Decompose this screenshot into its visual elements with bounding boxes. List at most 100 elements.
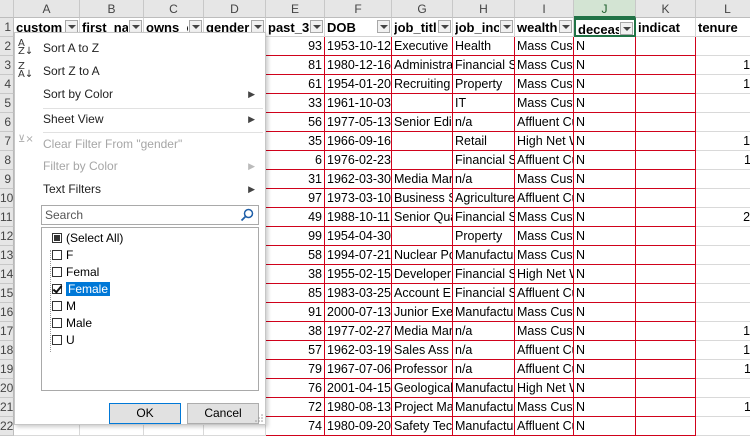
table-cell[interactable]: 7 <box>696 379 750 398</box>
table-cell[interactable]: Financial S <box>453 151 515 170</box>
table-cell[interactable]: Safety Tec <box>392 417 453 436</box>
table-cell[interactable]: Media Mar <box>392 322 453 341</box>
text-filters-item[interactable]: Text Filters ▶ <box>15 178 265 200</box>
header-cell[interactable]: job_titl <box>392 18 453 37</box>
filter-list-item[interactable]: F <box>52 247 73 264</box>
table-cell[interactable]: 97 <box>266 189 325 208</box>
table-cell[interactable]: n/a <box>453 341 515 360</box>
table-cell[interactable]: 8 <box>696 189 750 208</box>
table-cell[interactable]: N <box>574 56 636 75</box>
table-cell[interactable]: N <box>574 208 636 227</box>
table-cell[interactable] <box>636 208 696 227</box>
table-cell[interactable]: n/a <box>453 322 515 341</box>
table-cell[interactable]: 11 <box>696 151 750 170</box>
column-header-c[interactable]: C <box>144 0 204 18</box>
table-cell[interactable]: Senior Qua <box>392 208 453 227</box>
table-cell[interactable]: n/a <box>453 360 515 379</box>
table-cell[interactable] <box>636 170 696 189</box>
filter-dropdown-button[interactable] <box>438 20 451 33</box>
row-header[interactable]: 3 <box>0 56 14 75</box>
header-cell[interactable]: job_inc <box>453 18 515 37</box>
table-cell[interactable]: 8 <box>696 303 750 322</box>
table-cell[interactable]: Junior Exe <box>392 303 453 322</box>
table-cell[interactable] <box>636 75 696 94</box>
row-header[interactable]: 18 <box>0 341 14 360</box>
table-cell[interactable]: 1966-09-16 <box>325 132 392 151</box>
checkbox[interactable] <box>52 250 62 260</box>
table-cell[interactable]: Affluent Cu <box>515 341 574 360</box>
table-cell[interactable]: 61 <box>266 75 325 94</box>
table-cell[interactable]: N <box>574 37 636 56</box>
filter-list-item[interactable]: Female <box>52 281 111 298</box>
table-cell[interactable] <box>392 132 453 151</box>
table-cell[interactable]: 1955-02-15 <box>325 265 392 284</box>
table-cell[interactable]: 57 <box>266 341 325 360</box>
table-cell[interactable]: 49 <box>266 208 325 227</box>
table-cell[interactable]: Health <box>453 37 515 56</box>
table-cell[interactable] <box>636 189 696 208</box>
checkbox[interactable] <box>52 233 62 243</box>
sheet-view-item[interactable]: Sheet View ▶ <box>15 108 265 130</box>
table-cell[interactable]: Retail <box>453 132 515 151</box>
table-cell[interactable]: 11 <box>696 398 750 417</box>
row-header[interactable]: 2 <box>0 37 14 56</box>
table-cell[interactable]: Administra <box>392 56 453 75</box>
table-cell[interactable]: 38 <box>266 265 325 284</box>
filter-dropdown-button[interactable] <box>620 22 633 35</box>
table-cell[interactable] <box>636 398 696 417</box>
cancel-button[interactable]: Cancel <box>187 403 259 424</box>
table-cell[interactable]: 1977-05-13 <box>325 113 392 132</box>
table-cell[interactable]: N <box>574 341 636 360</box>
table-cell[interactable]: 56 <box>266 113 325 132</box>
table-cell[interactable]: Developer <box>392 265 453 284</box>
column-header-f[interactable]: F <box>325 0 392 18</box>
table-cell[interactable]: n/a <box>453 170 515 189</box>
header-cell[interactable]: past_3 <box>266 18 325 37</box>
table-cell[interactable]: 1967-07-06 <box>325 360 392 379</box>
table-cell[interactable]: Media Mar <box>392 170 453 189</box>
table-cell[interactable]: Executive <box>392 37 453 56</box>
table-cell[interactable]: N <box>574 189 636 208</box>
table-cell[interactable] <box>636 56 696 75</box>
ok-button[interactable]: OK <box>109 403 181 424</box>
row-header[interactable]: 14 <box>0 265 14 284</box>
table-cell[interactable]: 93 <box>266 37 325 56</box>
row-header[interactable]: 17 <box>0 322 14 341</box>
table-cell[interactable]: 1980-08-13 <box>325 398 392 417</box>
resize-grip-icon[interactable] <box>255 414 263 422</box>
sort-by-color-item[interactable]: Sort by Color ▶ <box>15 83 265 105</box>
table-cell[interactable]: 9 <box>696 227 750 246</box>
column-header-b[interactable]: B <box>80 0 144 18</box>
table-cell[interactable]: N <box>574 303 636 322</box>
table-cell[interactable] <box>636 94 696 113</box>
table-cell[interactable]: 1980-12-16 <box>325 56 392 75</box>
table-cell[interactable]: Property <box>453 75 515 94</box>
row-header[interactable]: 19 <box>0 360 14 379</box>
table-cell[interactable]: 31 <box>266 170 325 189</box>
table-cell[interactable]: Mass Cust <box>515 37 574 56</box>
table-cell[interactable]: Sales Ass <box>392 341 453 360</box>
table-cell[interactable]: 1961-10-03 <box>325 94 392 113</box>
table-cell[interactable]: 72 <box>266 398 325 417</box>
table-cell[interactable]: Financial S <box>453 284 515 303</box>
column-header-j[interactable]: J <box>574 0 636 18</box>
table-cell[interactable] <box>392 94 453 113</box>
table-cell[interactable]: Geological <box>392 379 453 398</box>
column-header-l[interactable]: L <box>696 0 750 18</box>
table-cell[interactable]: Mass Cust <box>515 170 574 189</box>
filter-list-item[interactable]: Femal <box>52 264 99 281</box>
table-cell[interactable]: Manufactu <box>453 379 515 398</box>
row-header[interactable]: 9 <box>0 170 14 189</box>
table-cell[interactable]: 7 <box>696 417 750 436</box>
table-cell[interactable]: Business S <box>392 189 453 208</box>
table-cell[interactable]: N <box>574 417 636 436</box>
table-cell[interactable]: 1962-03-30 <box>325 170 392 189</box>
table-cell[interactable] <box>636 322 696 341</box>
table-cell[interactable]: 79 <box>266 360 325 379</box>
checkbox[interactable] <box>52 284 62 294</box>
table-cell[interactable]: Property <box>453 227 515 246</box>
table-cell[interactable]: Affluent Cu <box>515 417 574 436</box>
table-cell[interactable]: High Net W <box>515 132 574 151</box>
table-cell[interactable]: N <box>574 379 636 398</box>
table-cell[interactable]: 85 <box>266 284 325 303</box>
